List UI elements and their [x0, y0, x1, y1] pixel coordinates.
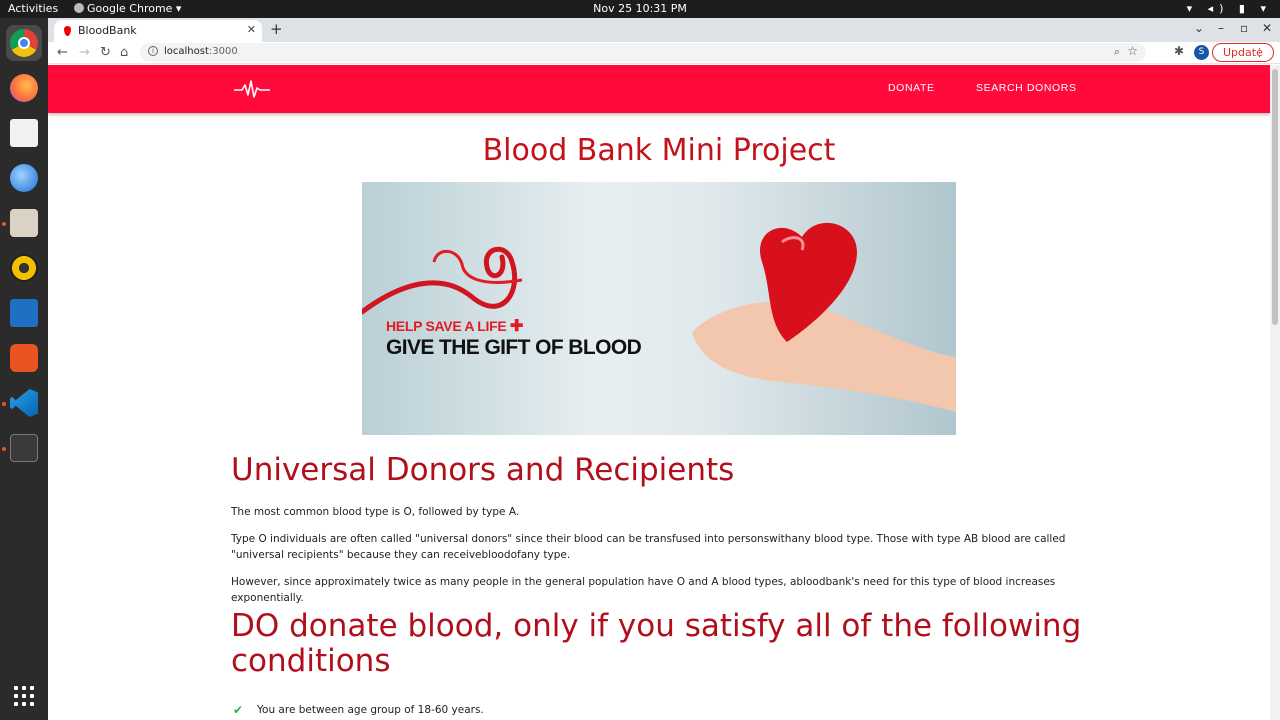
- nav-search-donors-link[interactable]: SEARCH DONORS: [976, 82, 1077, 94]
- dock-firefox[interactable]: [6, 70, 42, 106]
- dock-writer[interactable]: [6, 295, 42, 331]
- minimize-icon[interactable]: –: [1218, 21, 1224, 35]
- clock[interactable]: Nov 25 10:31 PM: [0, 2, 1280, 15]
- back-icon[interactable]: ←: [57, 45, 68, 60]
- maximize-icon[interactable]: ▫: [1240, 21, 1248, 35]
- tab-close-icon[interactable]: ✕: [247, 23, 256, 36]
- dock-rhythmbox[interactable]: [6, 250, 42, 286]
- profile-avatar[interactable]: S: [1194, 45, 1209, 60]
- heartbeat-logo-icon[interactable]: [234, 77, 270, 101]
- new-tab-icon[interactable]: +: [270, 20, 283, 38]
- dock-chrome[interactable]: [6, 25, 42, 61]
- files-icon: [10, 209, 38, 237]
- hero-illustration: [362, 222, 956, 412]
- blood-drop-favicon-icon: [64, 26, 71, 36]
- paragraph-3: However, since approximately twice as ma…: [231, 576, 1056, 604]
- section-heading-universal: Universal Donors and Recipients: [231, 452, 735, 488]
- scrollbar-thumb[interactable]: [1272, 69, 1278, 325]
- url-port: :3000: [208, 46, 238, 57]
- bookmark-star-icon[interactable]: ☆: [1127, 44, 1138, 58]
- hero-caption-2: GIVE THE GIFT OF BLOOD: [386, 336, 642, 359]
- site-info-icon[interactable]: i: [148, 46, 158, 56]
- chrome-icon: [10, 29, 38, 57]
- rhythmbox-icon: [10, 254, 38, 282]
- document-viewer-icon: [10, 119, 38, 147]
- dock: [0, 18, 48, 720]
- show-applications-icon[interactable]: [14, 686, 34, 706]
- writer-icon: [10, 299, 38, 327]
- nav-donate-link[interactable]: DONATE: [888, 82, 935, 94]
- system-tray[interactable]: ▾ ◂) ▮ ▾: [1187, 2, 1272, 15]
- dock-software[interactable]: [6, 340, 42, 376]
- hero-caption-1-text: HELP SAVE A LIFE: [386, 318, 507, 334]
- menu-kebab-icon: ⋮: [1254, 46, 1265, 59]
- condition-text: You are between age group of 18-60 years…: [257, 704, 484, 716]
- system-top-bar: Activities Google Chrome ▾ Nov 25 10:31 …: [0, 0, 1280, 18]
- page-title: Blood Bank Mini Project: [482, 133, 836, 168]
- app-menu[interactable]: Google Chrome ▾: [74, 2, 181, 15]
- section-heading-conditions: DO donate blood, only if you satisfy all…: [231, 608, 1082, 679]
- extensions-puzzle-icon[interactable]: ✱: [1174, 44, 1184, 58]
- red-cross-icon: ✚: [510, 318, 524, 335]
- vscode-icon: [10, 389, 38, 417]
- hero-caption-1: HELP SAVE A LIFE ✚: [386, 316, 523, 336]
- dock-files[interactable]: [6, 205, 42, 241]
- dock-vscode[interactable]: [6, 385, 42, 421]
- app-menu-label: Google Chrome ▾: [87, 2, 182, 15]
- home-icon[interactable]: ⌂: [120, 45, 128, 60]
- reload-icon[interactable]: ↻: [100, 45, 111, 60]
- zoom-icon[interactable]: ⌕: [1114, 45, 1120, 59]
- terminal-icon: [10, 434, 38, 462]
- url-host: localhost: [164, 46, 209, 57]
- hero-banner-image: HELP SAVE A LIFE ✚ GIVE THE GIFT OF BLOO…: [362, 182, 956, 435]
- site-navbar: DONATE SEARCH DONORS: [48, 65, 1270, 113]
- thunderbird-icon: [10, 164, 38, 192]
- tab-bloodbank[interactable]: BloodBank ✕: [54, 20, 262, 42]
- dock-terminal[interactable]: [6, 430, 42, 466]
- firefox-icon: [10, 74, 38, 102]
- update-button[interactable]: Update ⋮: [1212, 43, 1274, 62]
- page-viewport: DONATE SEARCH DONORS Blood Bank Mini Pro…: [48, 65, 1280, 720]
- paragraph-2: Type O individuals are often called "uni…: [231, 533, 1066, 561]
- tab-strip: BloodBank ✕ + ⌄ – ▫ ✕: [48, 18, 1280, 42]
- page-scrollbar[interactable]: [1270, 65, 1280, 720]
- browser-toolbar: ← → ↻ ⌂ i localhost:3000 ⌕ ☆ ✱ S Update ⋮: [48, 42, 1280, 64]
- activities-button[interactable]: Activities: [8, 2, 58, 15]
- dock-thunderbird[interactable]: [6, 160, 42, 196]
- tab-search-chevron-icon[interactable]: ⌄: [1194, 21, 1204, 35]
- chrome-small-icon: [74, 3, 84, 13]
- forward-icon[interactable]: →: [79, 45, 90, 60]
- window-close-icon[interactable]: ✕: [1262, 21, 1272, 35]
- dock-document-viewer[interactable]: [6, 115, 42, 151]
- paragraph-1: The most common blood type is O, followe…: [231, 506, 520, 518]
- check-icon: ✔: [233, 703, 244, 717]
- software-icon: [10, 344, 38, 372]
- tab-title: BloodBank: [78, 24, 137, 37]
- address-bar[interactable]: i localhost:3000 ⌕ ☆: [140, 43, 1146, 62]
- url-text[interactable]: localhost:3000: [164, 46, 238, 57]
